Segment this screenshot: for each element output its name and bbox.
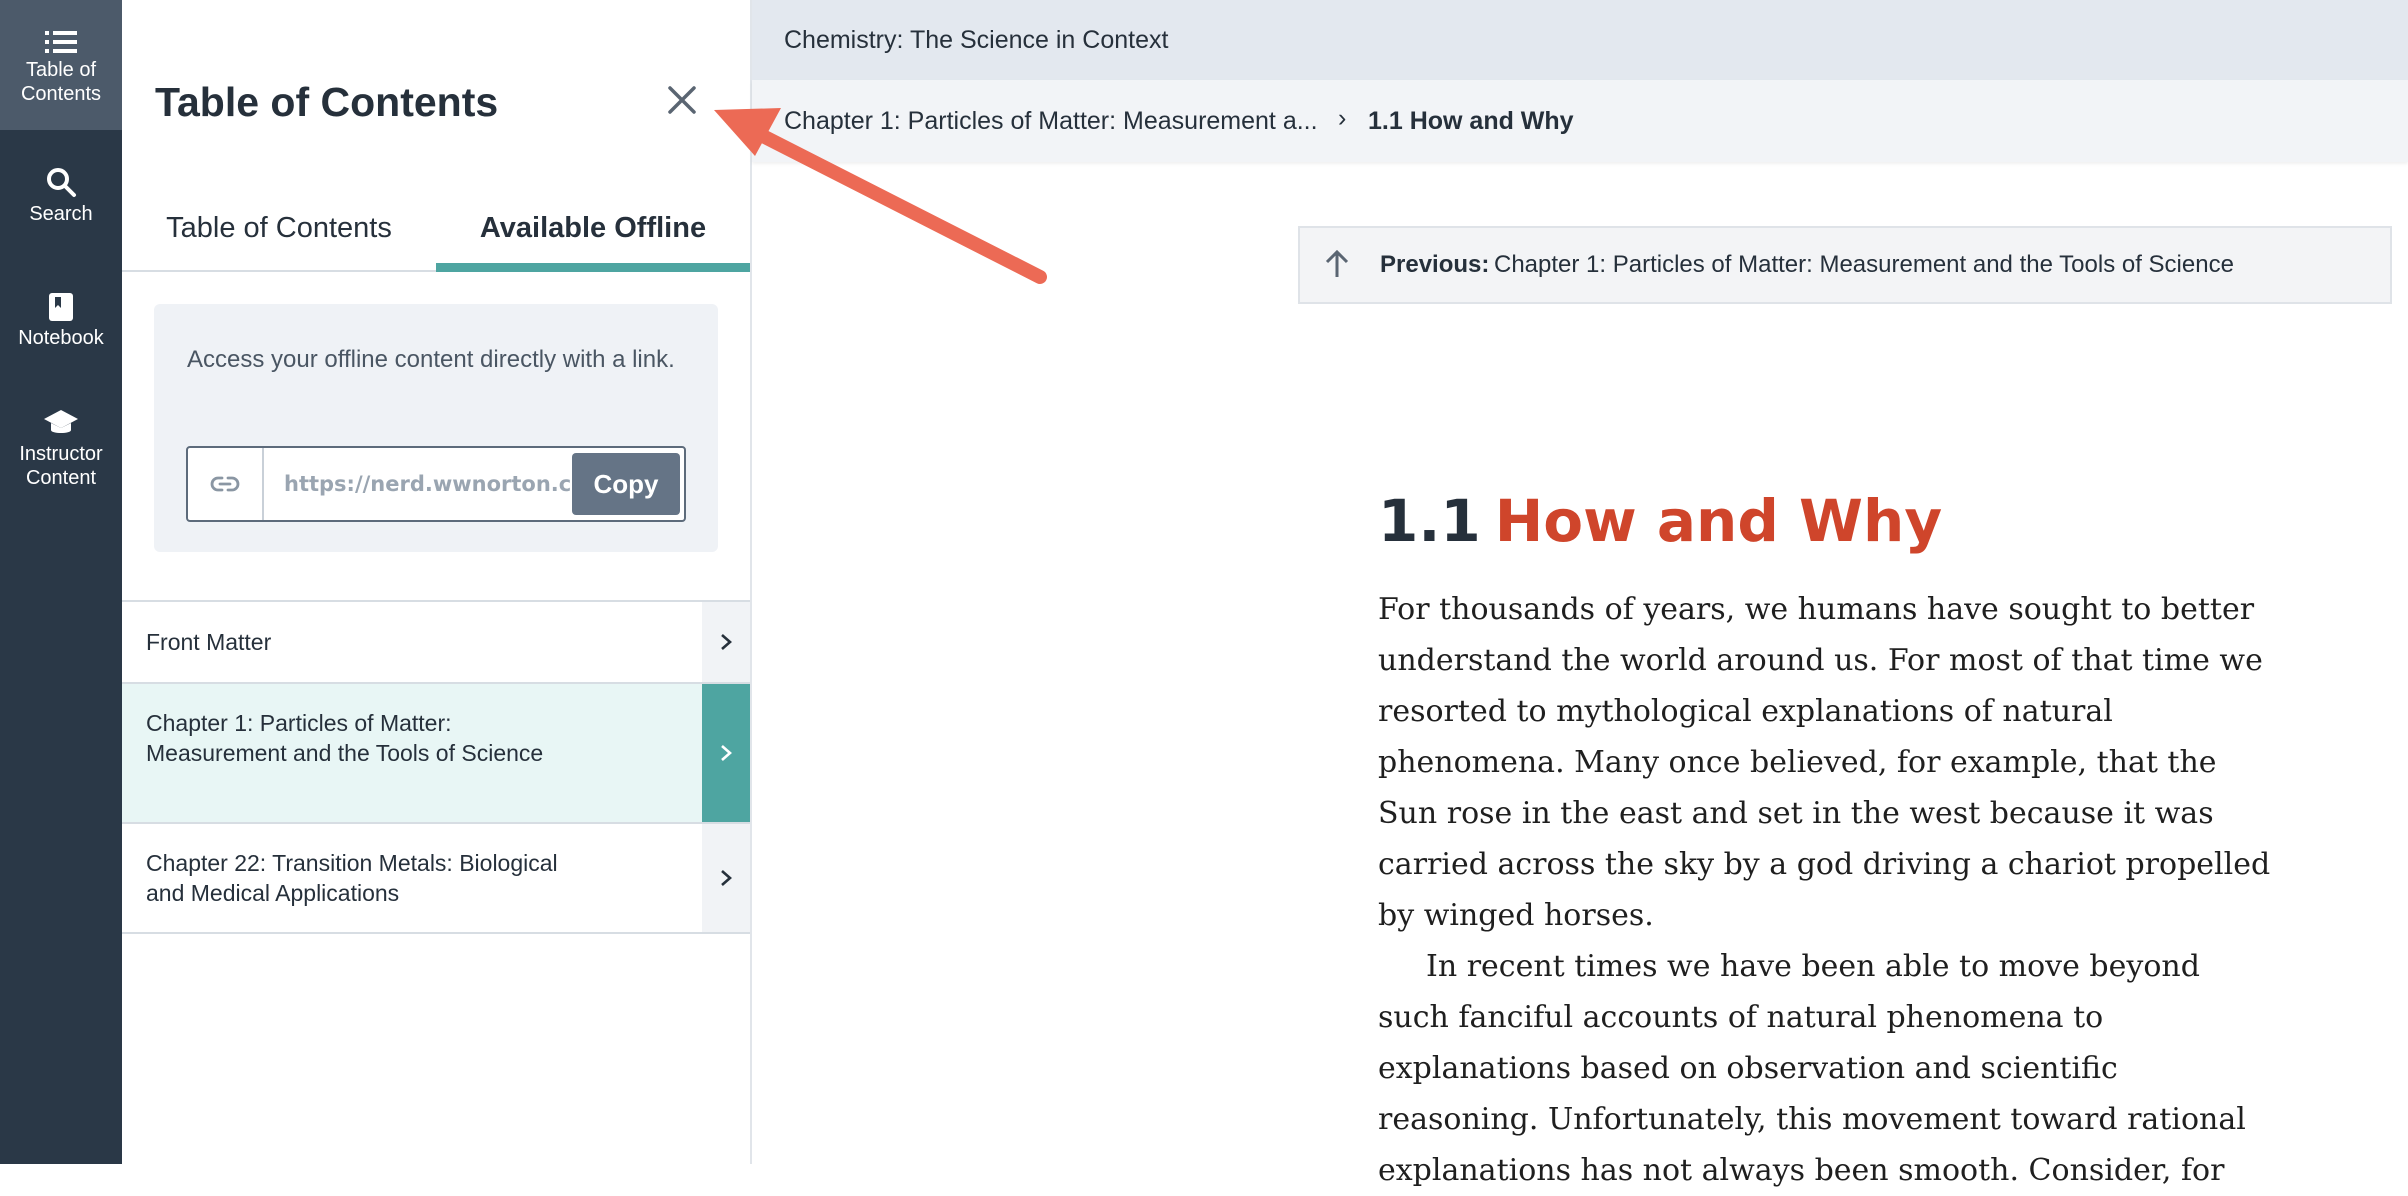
rail-label: Content [25,467,97,489]
previous-section-link[interactable]: Previous: Chapter 1: Particles of Matter… [1298,226,2392,304]
copy-link-button[interactable]: Copy [572,453,680,515]
body-paragraph: In recent times we have been able to mov… [1378,949,2246,1188]
section-heading: 1.1 How and Why [1378,486,1942,557]
toc-item-label: Chapter 22: Transition Metals: Biologica… [146,850,558,906]
toc-expand-button[interactable] [702,684,750,822]
toc-item-chapter-22[interactable]: Chapter 22: Transition Metals: Biologica… [122,824,750,934]
rail-notebook[interactable]: Notebook [0,250,122,380]
section-number: 1.1 [1378,487,1481,555]
toc-panel: Table of Contents Table of Contents Avai… [122,0,752,1164]
rail-table-of-contents[interactable]: Table of Contents [0,0,122,130]
rail-label: Instructor [19,443,103,465]
toc-item-chapter-1[interactable]: Chapter 1: Particles of Matter: Measurem… [122,684,750,824]
section-title: How and Why [1494,487,1943,555]
rail-label: Table of [25,59,97,81]
arrow-up-icon [1325,249,1349,277]
offline-access-box: Access your offline content directly wit… [154,304,718,552]
breadcrumb-chapter[interactable]: Chapter 1: Particles of Matter: Measurem… [784,107,1318,136]
book-title: Chemistry: The Science in Context [784,26,1169,54]
toc-expand-button[interactable] [702,824,750,932]
close-icon [668,86,696,114]
breadcrumb-separator: › [1338,104,1347,132]
notebook-icon [49,293,73,321]
offline-link-url[interactable]: https://nerd.wwnorton.com [284,448,570,520]
offline-description: Access your offline content directly wit… [187,346,675,373]
rail-label: Notebook [18,327,104,349]
link-icon [210,476,240,492]
section-body: For thousands of years, we humans have s… [1378,584,2278,1196]
search-icon [47,168,76,197]
panel-title: Table of Contents [155,79,499,125]
panel-tabs: Table of Contents Available Offline [122,196,750,272]
toc-item-front-matter[interactable]: Front Matter [122,602,750,684]
chevron-right-icon [721,745,732,761]
chevron-right-icon [721,870,732,886]
close-panel-button[interactable] [662,80,702,120]
breadcrumb-current: 1.1 How and Why [1368,107,1574,135]
rail-instructor-content[interactable]: Instructor Content [0,380,122,510]
icon-rail: Table of Contents Search Notebook Instru… [0,0,122,1164]
tab-available-offline[interactable]: Available Offline [436,196,750,272]
chevron-right-icon [721,634,732,650]
body-paragraph: For thousands of years, we humans have s… [1378,592,2271,933]
graduation-cap-icon [44,410,78,433]
rail-label: Contents [20,83,102,105]
toc-item-label: Chapter 1: Particles of Matter: Measurem… [146,710,544,766]
list-icon [45,31,77,53]
tab-table-of-contents[interactable]: Table of Contents [122,196,436,270]
breadcrumb: Chapter 1: Particles of Matter: Measurem… [752,80,2408,162]
toc-expand-button[interactable] [702,602,750,682]
offline-link-field: https://nerd.wwnorton.com Copy [186,446,686,522]
rail-search[interactable]: Search [0,130,122,250]
book-header: Chemistry: The Science in Context [752,0,2408,80]
toc-item-label: Front Matter [146,629,272,655]
toc-list: Front Matter Chapter 1: Particles of Mat… [122,600,750,934]
rail-label: Search [29,203,93,225]
previous-chapter-title: Chapter 1: Particles of Matter: Measurem… [1494,251,2234,278]
previous-label: Previous: [1380,251,1490,278]
link-icon-cell [188,448,264,520]
